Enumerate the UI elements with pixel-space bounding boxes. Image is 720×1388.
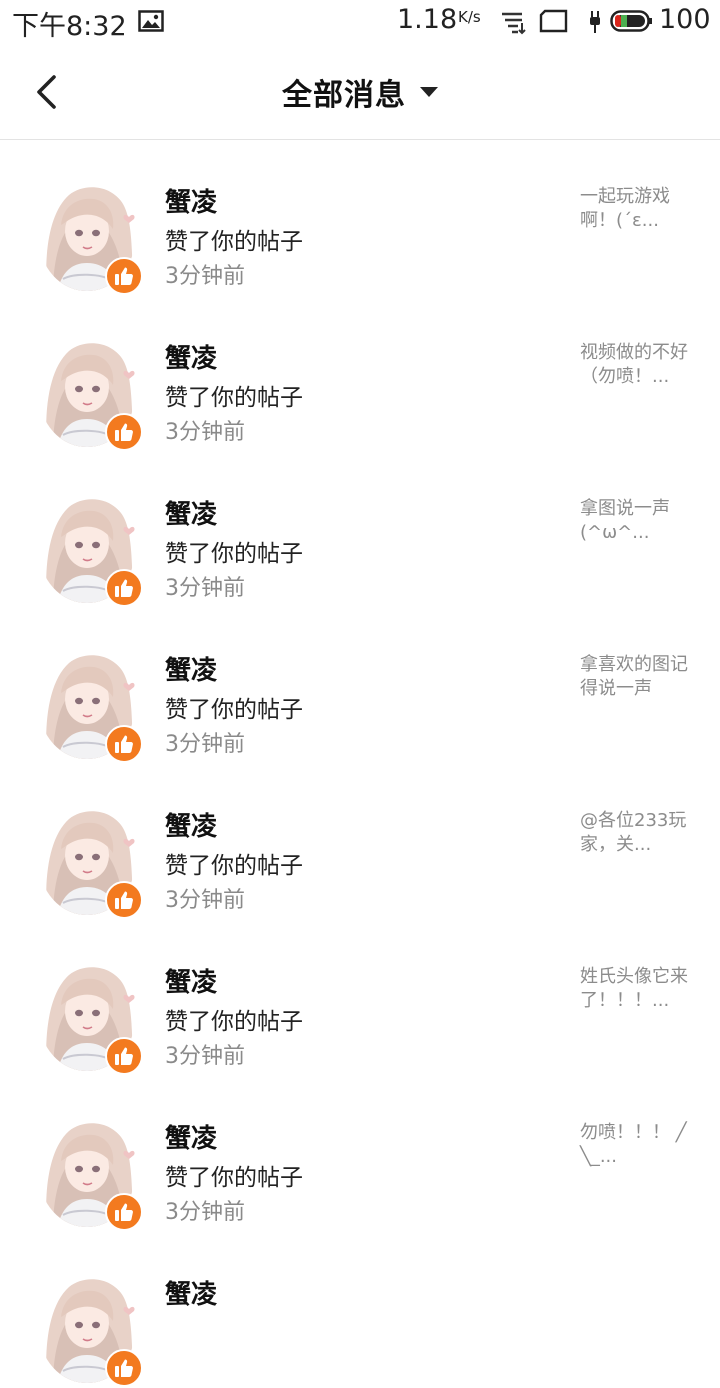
username[interactable]: 蟹凌 — [165, 494, 217, 531]
list-item[interactable]: 蟹凌 赞了你的帖子 3分钟前 姓氏头像它来了！！！... — [0, 920, 720, 1076]
timestamp: 3分钟前 — [165, 576, 245, 601]
like-badge — [105, 257, 143, 295]
like-badge — [105, 1193, 143, 1231]
page-title: 全部消息 — [282, 78, 406, 113]
thumbs-up-icon — [115, 579, 133, 597]
list-item[interactable]: 蟹凌 赞了你的帖子 3分钟前 @各位233玩家，关... — [0, 764, 720, 920]
like-badge — [105, 1349, 143, 1387]
post-preview[interactable]: 姓氏头像它来了！！！... — [580, 965, 692, 1013]
post-preview[interactable]: 一起玩游戏啊！(´ε... — [580, 185, 692, 233]
username[interactable]: 蟹凌 — [165, 962, 217, 999]
post-preview[interactable]: 拿图说一声(^ω^... — [580, 497, 692, 545]
notification-action: 赞了你的帖子 — [165, 541, 303, 567]
thumbs-up-icon — [115, 423, 133, 441]
timestamp: 3分钟前 — [165, 1044, 245, 1069]
timestamp: 3分钟前 — [165, 732, 245, 757]
timestamp: 3分钟前 — [165, 888, 245, 913]
chevron-left-icon — [37, 75, 56, 109]
battery-icon — [610, 10, 652, 32]
list-item[interactable]: 蟹凌 — [0, 1232, 720, 1388]
username[interactable]: 蟹凌 — [165, 338, 217, 375]
list-item[interactable]: 蟹凌 赞了你的帖子 3分钟前 拿图说一声(^ω^... — [0, 452, 720, 608]
notification-action: 赞了你的帖子 — [165, 1009, 303, 1035]
sync-icon — [502, 12, 526, 35]
message-list: 蟹凌 赞了你的帖子 3分钟前 一起玩游戏啊！(´ε... 蟹凌 赞了你的帖子 3… — [0, 140, 720, 1388]
status-bar: 下午8:32 1.18 K/s 100 — [0, 0, 720, 44]
username[interactable]: 蟹凌 — [165, 806, 217, 843]
thumbs-up-icon — [115, 1047, 133, 1065]
plug-icon — [590, 11, 600, 33]
list-item[interactable]: 蟹凌 赞了你的帖子 3分钟前 拿喜欢的图记得说一声 — [0, 608, 720, 764]
like-badge — [105, 569, 143, 607]
like-badge — [105, 881, 143, 919]
list-item[interactable]: 蟹凌 赞了你的帖子 3分钟前 勿喷！！！ ╱╲_... — [0, 1076, 720, 1232]
status-time: 下午8:32 — [12, 11, 127, 42]
thumbs-up-icon — [115, 1359, 133, 1377]
caret-down-icon — [420, 87, 438, 97]
post-preview[interactable]: 勿喷！！！ ╱╲_... — [580, 1121, 692, 1169]
network-speed: 1.18 — [397, 4, 458, 35]
notification-action: 赞了你的帖子 — [165, 853, 303, 879]
thumbs-up-icon — [115, 1203, 133, 1221]
thumbs-up-icon — [115, 267, 133, 285]
notification-action: 赞了你的帖子 — [165, 385, 303, 411]
like-badge — [105, 1037, 143, 1075]
username[interactable]: 蟹凌 — [165, 1118, 217, 1155]
post-preview[interactable]: 视频做的不好（勿喷！... — [580, 341, 692, 389]
notification-action: 赞了你的帖子 — [165, 1165, 303, 1191]
thumbs-up-icon — [115, 735, 133, 753]
post-preview[interactable]: @各位233玩家，关... — [580, 809, 692, 857]
username[interactable]: 蟹凌 — [165, 182, 217, 219]
list-item[interactable]: 蟹凌 赞了你的帖子 3分钟前 一起玩游戏啊！(´ε... — [0, 140, 720, 296]
list-item[interactable]: 蟹凌 赞了你的帖子 3分钟前 视频做的不好（勿喷！... — [0, 296, 720, 452]
network-speed-unit: K/s — [458, 8, 481, 26]
battery-level: 100 — [659, 4, 711, 35]
username[interactable]: 蟹凌 — [165, 650, 217, 687]
sim-icon — [539, 9, 568, 33]
timestamp: 3分钟前 — [165, 264, 245, 289]
message-filter-dropdown[interactable]: 全部消息 — [282, 72, 438, 113]
timestamp: 3分钟前 — [165, 1200, 245, 1225]
post-preview[interactable]: 拿喜欢的图记得说一声 — [580, 653, 692, 701]
like-badge — [105, 413, 143, 451]
thumbs-up-icon — [115, 891, 133, 909]
like-badge — [105, 725, 143, 763]
notification-action: 赞了你的帖子 — [165, 229, 303, 255]
app-header: 全部消息 — [0, 44, 720, 140]
back-button[interactable] — [30, 74, 64, 110]
image-icon — [138, 10, 164, 32]
timestamp: 3分钟前 — [165, 420, 245, 445]
notification-action: 赞了你的帖子 — [165, 697, 303, 723]
